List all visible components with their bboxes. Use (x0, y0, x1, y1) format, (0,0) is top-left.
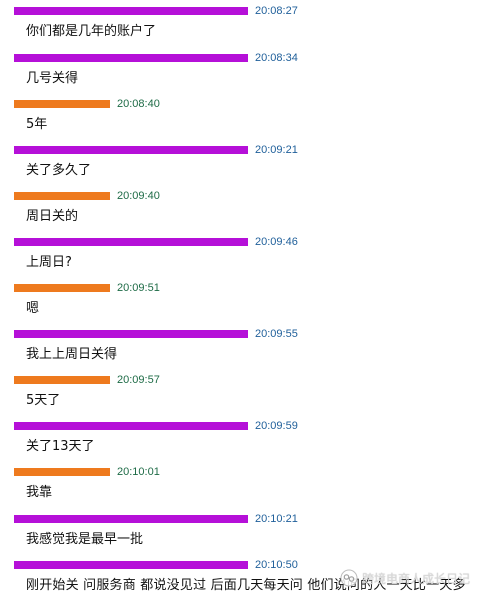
message-header: 20:08:27 (0, 4, 488, 18)
message-text: 周日关的 (26, 209, 79, 224)
message-header: 20:09:46 (0, 235, 488, 249)
message-text: 关了13天了 (26, 439, 95, 454)
message-timestamp: 20:09:51 (117, 282, 160, 294)
message-timestamp: 20:08:34 (255, 52, 298, 64)
message-header: 20:08:34 (0, 51, 488, 65)
message-header: 20:10:01 (0, 465, 488, 479)
message-text: 我上上周日关得 (26, 347, 118, 362)
sender-name-redacted (14, 330, 248, 338)
watermark-text: 跨境电商人成长日记 (362, 571, 471, 586)
message-text: 我靠 (26, 485, 53, 500)
wechat-channel-icon (340, 569, 358, 587)
message-timestamp: 20:09:59 (255, 420, 298, 432)
message-text: 我感觉我是最早一批 (26, 532, 144, 547)
message-text: 关了多久了 (26, 163, 92, 178)
sender-name-redacted (14, 238, 248, 246)
sender-name-redacted (14, 146, 248, 154)
message-header: 20:08:40 (0, 97, 488, 111)
message-timestamp: 20:09:55 (255, 328, 298, 340)
message-text: 几号关得 (26, 71, 79, 86)
message-text: 你们都是几年的账户了 (26, 24, 157, 39)
sender-name-redacted (14, 284, 110, 292)
sender-name-redacted (14, 100, 110, 108)
sender-name-redacted (14, 192, 110, 200)
message-timestamp: 20:10:50 (255, 559, 298, 571)
message-header: 20:10:21 (0, 512, 488, 526)
sender-name-redacted (14, 422, 248, 430)
message-timestamp: 20:09:46 (255, 236, 298, 248)
message-header: 20:09:51 (0, 281, 488, 295)
message-timestamp: 20:10:21 (255, 513, 298, 525)
sender-name-redacted (14, 468, 110, 476)
message-header: 20:09:40 (0, 189, 488, 203)
message-header: 20:09:57 (0, 373, 488, 387)
message-text: 嗯 (26, 301, 40, 316)
sender-name-redacted (14, 515, 248, 523)
message-timestamp: 20:09:57 (117, 374, 160, 386)
sender-name-redacted (14, 54, 248, 62)
message-header: 20:09:55 (0, 327, 488, 341)
message-text: 5年 (26, 117, 48, 132)
message-text: 上周日? (26, 255, 72, 270)
message-timestamp: 20:09:40 (117, 190, 160, 202)
message-timestamp: 20:08:27 (255, 5, 298, 17)
message-header: 20:09:59 (0, 419, 488, 433)
sender-name-redacted (14, 7, 248, 15)
message-timestamp: 20:10:01 (117, 466, 160, 478)
message-text: 5天了 (26, 393, 61, 408)
watermark: 跨境电商人成长日记 (340, 567, 470, 589)
sender-name-redacted (14, 376, 110, 384)
message-timestamp: 20:09:21 (255, 144, 298, 156)
sender-name-redacted (14, 561, 248, 569)
chat-log: 20:08:27 你们都是几年的账户了 20:08:34 几号关得 20:08:… (0, 0, 488, 598)
message-header: 20:09:21 (0, 143, 488, 157)
message-timestamp: 20:08:40 (117, 98, 160, 110)
